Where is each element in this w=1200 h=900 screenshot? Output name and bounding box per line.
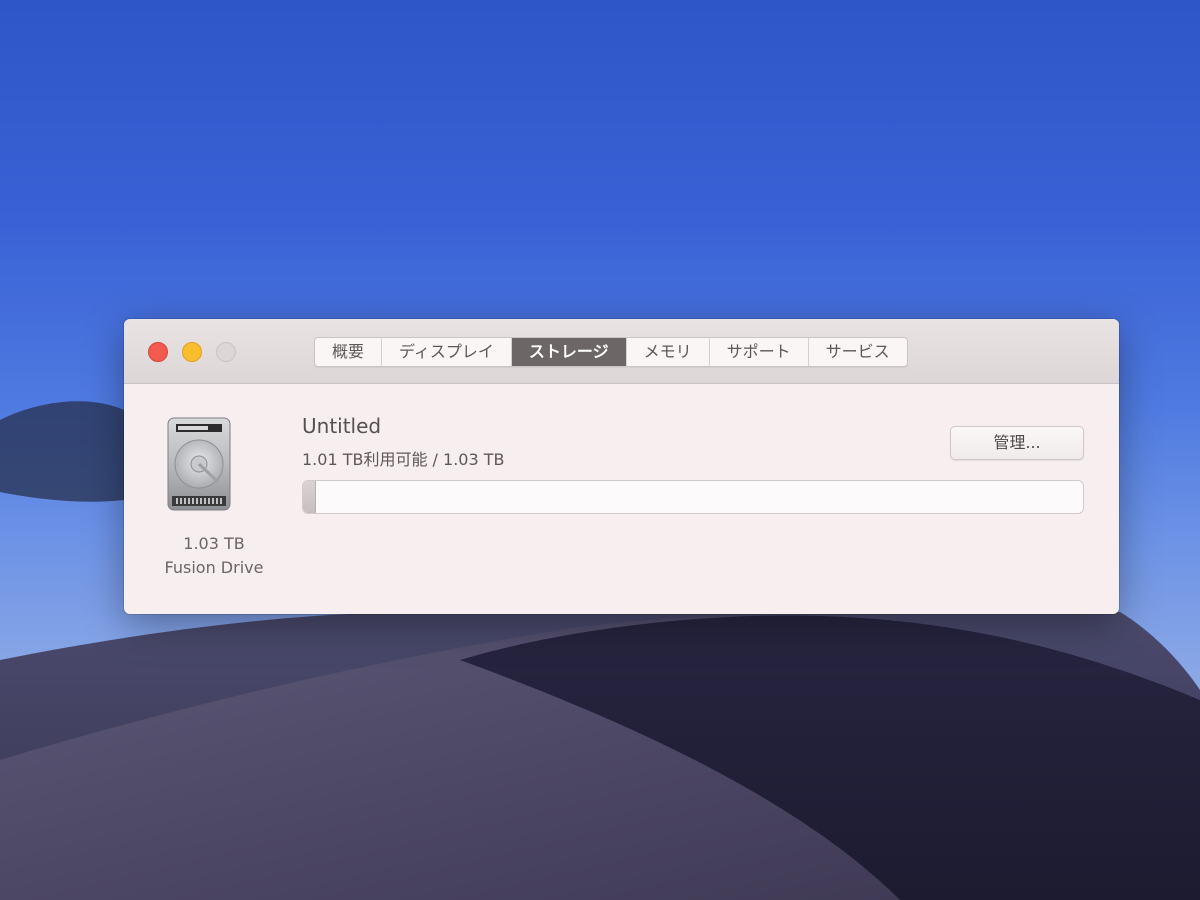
disk-size-label: 1.03 TB xyxy=(183,534,245,553)
disk-type-label: Fusion Drive xyxy=(164,558,264,577)
tab-bar: 概要 ディスプレイ ストレージ メモリ サポート サービス xyxy=(314,337,908,367)
tab-storage[interactable]: ストレージ xyxy=(511,338,627,366)
about-this-mac-window: 概要 ディスプレイ ストレージ メモリ サポート サービス 1.03 TB Fu… xyxy=(124,319,1119,614)
tab-service[interactable]: サービス xyxy=(809,338,907,366)
storage-used-segment xyxy=(303,481,317,513)
storage-panel: 1.03 TB Fusion Drive Untitled 1.01 TB利用可… xyxy=(124,384,1119,614)
manage-button[interactable]: 管理... xyxy=(950,426,1084,460)
tab-overview[interactable]: 概要 xyxy=(315,338,383,366)
hard-drive-icon xyxy=(167,417,231,511)
minimize-button[interactable] xyxy=(182,342,202,362)
zoom-button xyxy=(216,342,236,362)
tab-support[interactable]: サポート xyxy=(710,338,809,366)
volume-name: Untitled xyxy=(302,414,382,438)
volume-usage-text: 1.01 TB利用可能 / 1.03 TB xyxy=(302,450,505,469)
window-titlebar[interactable]: 概要 ディスプレイ ストレージ メモリ サポート サービス xyxy=(124,319,1119,384)
storage-usage-bar xyxy=(302,480,1084,514)
tab-displays[interactable]: ディスプレイ xyxy=(382,338,512,366)
close-button[interactable] xyxy=(148,342,168,362)
tab-memory[interactable]: メモリ xyxy=(627,338,710,366)
